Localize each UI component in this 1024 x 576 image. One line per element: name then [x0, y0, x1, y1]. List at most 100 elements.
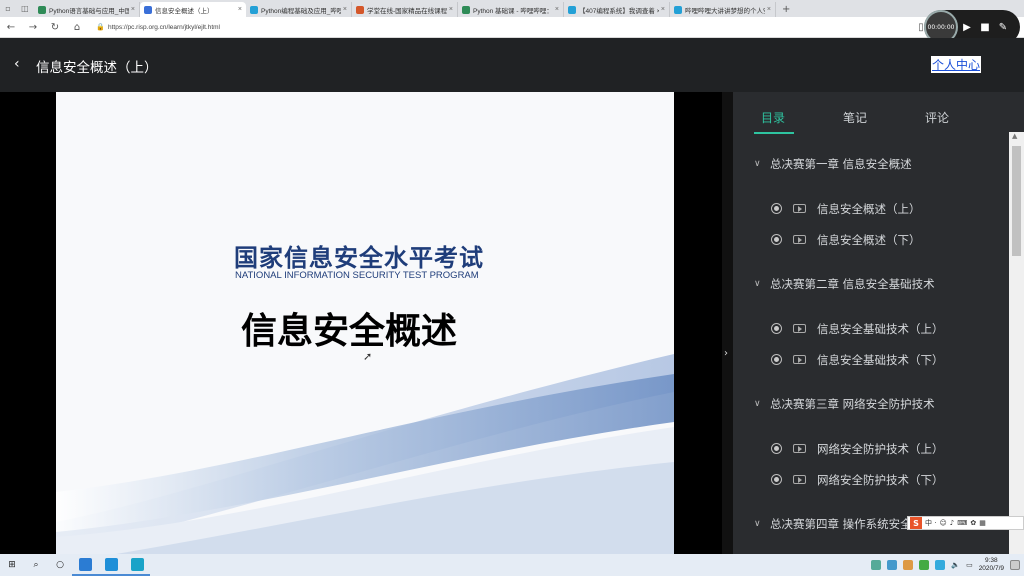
tab-close-icon[interactable]: × — [661, 6, 665, 13]
windows-start-icon[interactable]: ⊞ — [0, 554, 24, 576]
lesson-title: 信息安全概述（下） — [817, 232, 921, 247]
lesson-status-icon — [771, 354, 782, 365]
browser-tab[interactable]: 学堂在线-国家精品在线课程 × — [352, 2, 458, 17]
stop-icon[interactable]: ■ — [976, 22, 994, 33]
browser-tab-strip: ▫ ◫ Python语言基础与应用_中国 × 信息安全概述（上） × Python编程基… — [0, 0, 1024, 17]
ime-mode-label[interactable]: 中 · — [925, 518, 936, 528]
chapter-item[interactable]: ∨ 总决赛第二章 信息安全基础技术 — [733, 267, 1009, 301]
video-icon — [793, 475, 806, 484]
lesson-item[interactable]: 信息安全概述（上） — [733, 193, 1009, 224]
ime-mic-icon[interactable]: ♪ — [950, 519, 954, 527]
screen-recorder-app-icon[interactable] — [124, 554, 150, 576]
browser-tab[interactable]: Python 基础课 - 哔哩哔哩： × — [458, 2, 564, 17]
tray-app-icon[interactable] — [935, 560, 946, 570]
browser-app-icon[interactable] — [98, 554, 124, 576]
mouse-cursor-icon: ➚ — [363, 350, 373, 363]
lesson-item[interactable]: 信息安全基础技术（下） — [733, 344, 1009, 375]
browser-tab[interactable]: 信息安全概述（上） × — [140, 2, 246, 17]
tab-strip-controls[interactable]: ▫ ◫ — [0, 0, 34, 17]
tab-close-icon[interactable]: × — [343, 6, 347, 13]
reload-icon[interactable]: ↻ — [44, 22, 66, 33]
network-icon[interactable]: ▭ — [966, 561, 973, 569]
status-dot — [774, 326, 779, 331]
chapter-item[interactable]: ∨ 总决赛第一章 信息安全概述 — [733, 147, 1009, 181]
ime-emoji-icon[interactable]: ☺ — [939, 519, 946, 527]
chevron-down-icon: ∨ — [754, 519, 761, 529]
home-icon[interactable]: ⌂ — [66, 22, 88, 33]
pen-icon[interactable]: ✎ — [994, 22, 1012, 33]
course-side-panel: 目录 笔记 评论 ∨ 总决赛第一章 信息安全概述 信息安全概述（上） 信息安全概述（下… — [733, 92, 1024, 554]
video-player[interactable]: 国家信息安全水平考试 NATIONAL INFORMATION SECURITY… — [0, 92, 722, 554]
tab-catalog[interactable]: 目录 — [761, 109, 785, 126]
tray-app-icon[interactable] — [871, 560, 882, 570]
scroll-up-icon[interactable]: ▲ — [1012, 132, 1017, 140]
chevron-down-icon: ∨ — [754, 279, 761, 289]
lesson-item[interactable]: 网络安全防护技术（上） — [733, 433, 1009, 464]
scrollbar-thumb[interactable] — [1012, 146, 1021, 256]
lesson-item[interactable]: 信息安全概述（下） — [733, 224, 1009, 255]
video-icon — [793, 235, 806, 244]
notification-icon[interactable] — [1010, 560, 1020, 570]
tab-label: Python语言基础与应用_中国 — [49, 7, 129, 15]
video-icon — [793, 444, 806, 453]
tab-close-icon[interactable]: × — [449, 6, 453, 13]
browser-tab[interactable]: 哔哩哔哩大讲讲梦想的个人空间× — [670, 2, 776, 17]
ime-skin-icon[interactable]: ✿ — [970, 519, 976, 527]
active-tab-indicator — [754, 132, 794, 134]
play-icon[interactable]: ▶ — [958, 22, 976, 33]
chapter-item[interactable]: ∨ 总决赛第三章 网络安全防护技术 — [733, 387, 1009, 421]
course-back-icon[interactable]: ‹ — [14, 56, 20, 72]
lesson-status-icon — [771, 203, 782, 214]
tray-app-icon[interactable] — [903, 560, 914, 570]
forward-icon[interactable]: → — [22, 22, 44, 33]
collapse-panel-button[interactable]: › — [722, 92, 733, 554]
lesson-item[interactable]: 网络安全防护技术（下） — [733, 464, 1009, 495]
address-bar: ← → ↻ ⌂ 🔒 https://pc.risp.org.cn/learn/j… — [0, 17, 1024, 38]
taskbar-search-icon[interactable]: ⌕ — [24, 554, 48, 576]
personal-center-link[interactable]: 个人中心 — [931, 56, 982, 73]
volume-icon[interactable]: 🔈 — [951, 561, 960, 569]
status-dot — [774, 446, 779, 451]
lesson-item[interactable]: 信息安全基础技术（上） — [733, 313, 1009, 344]
table-of-contents: ∨ 总决赛第一章 信息安全概述 信息安全概述（上） 信息安全概述（下） ∨ 总决赛第二章 … — [733, 147, 1009, 554]
browser-tab[interactable]: Python语言基础与应用_中国 × — [34, 2, 140, 17]
url-input[interactable]: 🔒 https://pc.risp.org.cn/learn/jtkyl/ejl… — [96, 20, 906, 34]
ime-keyboard-icon[interactable]: ⌨ — [957, 519, 967, 527]
tab-list-icon[interactable]: ◫ — [21, 4, 29, 13]
panel-scrollbar[interactable]: ▲ — [1009, 132, 1024, 554]
tab-close-icon[interactable]: × — [767, 6, 771, 13]
tab-notes[interactable]: 笔记 — [843, 109, 867, 126]
chevron-down-icon: ∨ — [754, 159, 761, 169]
lesson-title: 信息安全基础技术（上） — [817, 321, 944, 336]
lesson-status-icon — [771, 474, 782, 485]
clock-time: 9:38 — [985, 557, 998, 564]
tray-app-icon[interactable] — [919, 560, 930, 570]
sogou-ime-icon[interactable]: S — [910, 517, 922, 529]
tab-label: Python编程基础及应用_哔哩 — [261, 7, 341, 15]
edge-browser-icon[interactable] — [72, 554, 98, 576]
back-icon[interactable]: ← — [0, 22, 22, 33]
task-view-icon[interactable]: ○ — [48, 554, 72, 576]
chapter-title: 总决赛第三章 网络安全防护技术 — [770, 397, 935, 411]
tab-label: Python 基础课 - 哔哩哔哩： — [473, 7, 553, 15]
tab-close-icon[interactable]: × — [238, 6, 242, 13]
browser-tab[interactable]: Python编程基础及应用_哔哩 × — [246, 2, 352, 17]
tab-menu-icon[interactable]: ▫ — [5, 4, 10, 13]
tab-close-icon[interactable]: × — [131, 6, 135, 13]
ime-grid-icon[interactable]: ▦ — [979, 519, 986, 527]
slide-organization-cn: 国家信息安全水平考试 — [234, 243, 484, 272]
tab-close-icon[interactable]: × — [555, 6, 559, 13]
new-tab-button[interactable]: + — [776, 2, 796, 17]
tab-favicon-icon — [356, 5, 364, 14]
taskbar-clock[interactable]: 9:38 2020/7/9 — [979, 557, 1004, 573]
tray-app-icon[interactable] — [887, 560, 898, 570]
status-dot — [774, 206, 779, 211]
ime-toolbar[interactable]: S 中 · ☺ ♪ ⌨ ✿ ▦ — [907, 516, 1024, 530]
browser-tab[interactable]: 【407编程系统】我调查着 × × — [564, 2, 670, 17]
video-icon — [793, 355, 806, 364]
video-icon — [793, 324, 806, 333]
lesson-status-icon — [771, 323, 782, 334]
tab-comments[interactable]: 评论 — [925, 109, 949, 126]
